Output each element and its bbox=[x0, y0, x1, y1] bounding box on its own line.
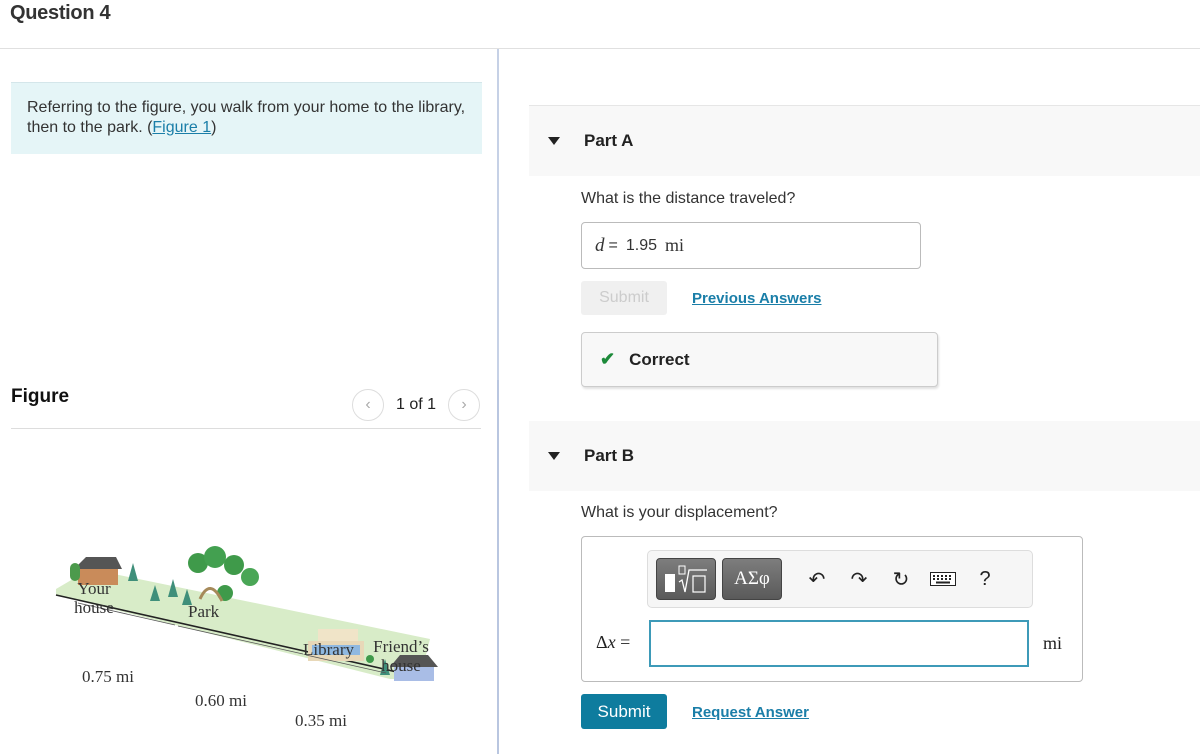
answer-variable: d bbox=[595, 234, 605, 256]
label-d1: 0.75 mi bbox=[82, 667, 134, 686]
label-park: Park bbox=[188, 602, 220, 621]
figure-pager: ‹ 1 of 1 › bbox=[352, 389, 481, 421]
part-a-question: What is the distance traveled? bbox=[581, 190, 796, 207]
figure-illustration: Your house Park Library Friend’s house 0… bbox=[50, 519, 450, 730]
x-variable: x bbox=[607, 632, 616, 652]
part-b-title: Part B bbox=[584, 446, 635, 465]
intro-text: Referring to the figure, you walk from y… bbox=[27, 99, 466, 136]
answer-unit: mi bbox=[664, 235, 684, 255]
chevron-left-icon: ‹ bbox=[365, 396, 371, 413]
keyboard-glyph bbox=[930, 572, 956, 586]
keyboard-icon[interactable] bbox=[922, 558, 964, 600]
part-a-submit-button: Submit bbox=[581, 281, 667, 315]
feedback-status: Correct bbox=[629, 349, 690, 369]
part-b-submit-button[interactable]: Submit bbox=[581, 694, 667, 729]
reset-icon[interactable]: ↻ bbox=[880, 558, 922, 600]
part-a-header[interactable]: Part A bbox=[529, 106, 1200, 176]
figure-link[interactable]: Figure 1 bbox=[152, 119, 211, 136]
prev-figure-button[interactable]: ‹ bbox=[352, 389, 384, 421]
math-toolbar: ΑΣφ ↶ ↷ ↻ ? bbox=[647, 550, 1033, 608]
label-d3: 0.35 mi bbox=[295, 711, 347, 730]
part-b-question: What is your displacement? bbox=[581, 504, 778, 521]
left-panel: Referring to the figure, you walk from y… bbox=[0, 49, 498, 754]
radical-template-icon bbox=[665, 565, 707, 593]
pager-text: 1 of 1 bbox=[396, 396, 437, 413]
next-figure-button[interactable]: › bbox=[448, 389, 481, 421]
figure-divider bbox=[11, 428, 481, 429]
label-your-house: Your house bbox=[74, 579, 114, 617]
label-friends-house: Friend’s house bbox=[373, 637, 429, 675]
equals-sign: = bbox=[615, 632, 631, 652]
templates-button[interactable] bbox=[656, 558, 716, 600]
part-a-title: Part A bbox=[584, 131, 634, 150]
label-d2: 0.60 mi bbox=[195, 691, 247, 710]
displacement-unit: mi bbox=[1043, 633, 1063, 653]
answer-equals: = bbox=[608, 236, 618, 254]
part-b-header[interactable]: Part B bbox=[529, 421, 1200, 491]
delta-symbol: Δ bbox=[596, 632, 608, 652]
question-title: Question 4 bbox=[10, 2, 111, 24]
undo-icon[interactable]: ↶ bbox=[796, 558, 838, 600]
collapse-triangle-icon bbox=[548, 137, 560, 145]
chevron-right-icon: › bbox=[461, 396, 467, 413]
redo-icon[interactable]: ↷ bbox=[838, 558, 880, 600]
previous-answers-link[interactable]: Previous Answers bbox=[692, 290, 822, 307]
part-a-answer: d = 1.95 mi bbox=[581, 222, 921, 269]
part-a-feedback: ✔ Correct bbox=[581, 332, 938, 387]
figure-title: Figure bbox=[11, 386, 70, 407]
checkmark-icon: ✔ bbox=[600, 349, 616, 369]
displacement-input[interactable] bbox=[649, 620, 1029, 667]
label-library: Library bbox=[303, 640, 354, 659]
greek-symbols-button[interactable]: ΑΣφ bbox=[722, 558, 782, 600]
math-editor: ΑΣφ ↶ ↷ ↻ ? Δx = mi bbox=[581, 536, 1083, 682]
request-answer-link[interactable]: Request Answer bbox=[692, 704, 809, 721]
right-panel: Part A What is the distance traveled? d … bbox=[499, 49, 1200, 754]
answer-value: 1.95 bbox=[625, 236, 657, 254]
question-intro: Referring to the figure, you walk from y… bbox=[11, 82, 482, 154]
displacement-label: Δx = bbox=[596, 632, 630, 653]
collapse-triangle-icon bbox=[548, 452, 560, 460]
help-icon[interactable]: ? bbox=[964, 558, 1006, 600]
intro-text-end: ) bbox=[211, 119, 217, 136]
